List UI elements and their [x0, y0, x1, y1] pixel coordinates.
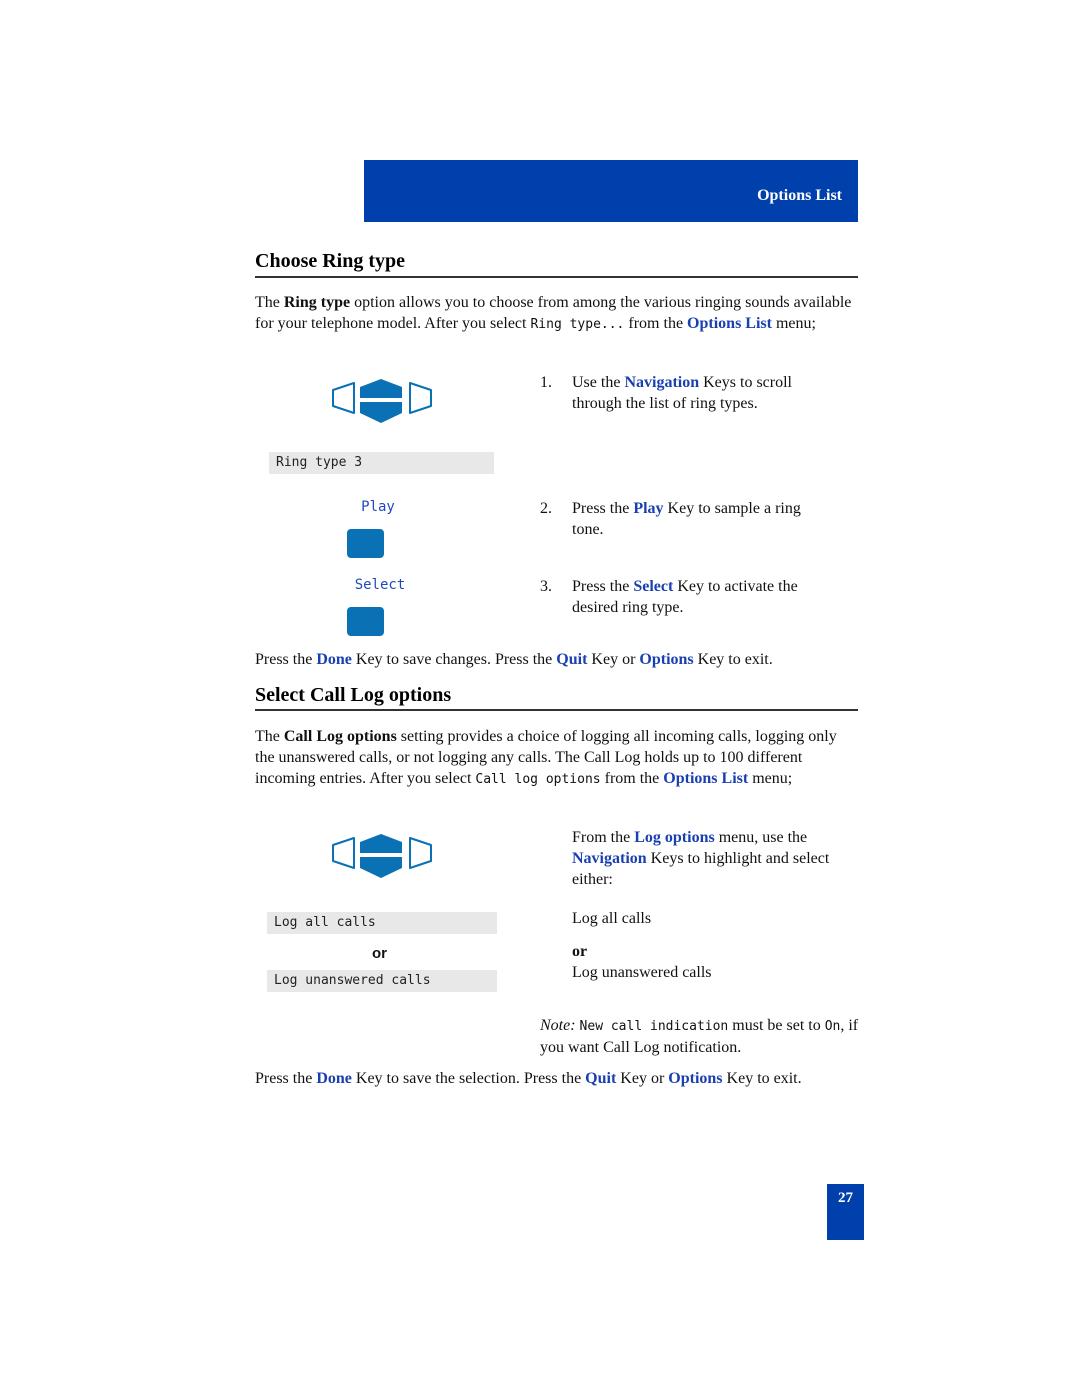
section-divider — [255, 276, 858, 278]
page-number: 27 — [827, 1184, 864, 1240]
ring-type-footer: Press the Done Key to save changes. Pres… — [255, 651, 773, 668]
select-softkey-label: Select — [354, 577, 406, 593]
option-or: or — [572, 943, 588, 960]
call-log-footer: Press the Done Key to save the selection… — [255, 1070, 802, 1087]
section-header-label: Options List — [757, 187, 842, 204]
log-options-instruction: From the Log options menu, use the Navig… — [572, 829, 830, 888]
play-softkey-label: Play — [361, 499, 395, 515]
option-log-all-calls: Log all calls — [572, 910, 652, 927]
step-1: 1. Use the Navigation Keys to scroll thr… — [540, 374, 792, 412]
step-3: 3. Press the Select Key to activate the … — [540, 578, 798, 616]
ring-type-intro: The Ring type option allows you to choos… — [255, 294, 852, 332]
navigation-keys-icon — [332, 379, 432, 423]
call-log-note: Note: New call indication must be set to… — [540, 1017, 859, 1056]
lcd-display-ring-type: Ring type 3 — [269, 452, 494, 474]
section-header-bar: Options List — [364, 160, 858, 222]
call-log-intro: The Call Log options setting provides a … — [255, 728, 837, 787]
options-list-link: Options List — [687, 315, 772, 332]
section-divider — [255, 709, 858, 711]
option-log-unanswered: Log unanswered calls — [572, 964, 712, 981]
play-softkey[interactable] — [347, 529, 384, 558]
navigation-keys-icon — [332, 834, 432, 878]
section-title-ring-type: Choose Ring type — [255, 250, 406, 272]
select-softkey[interactable] — [347, 607, 384, 636]
lcd-display-log-unanswered: Log unanswered calls — [267, 970, 497, 992]
step-2: 2. Press the Play Key to sample a ring t… — [540, 500, 801, 538]
options-list-link: Options List — [663, 770, 749, 787]
lcd-or-label: or — [372, 945, 387, 962]
section-title-call-log: Select Call Log options — [255, 684, 452, 706]
lcd-display-log-all-calls: Log all calls — [267, 912, 497, 934]
